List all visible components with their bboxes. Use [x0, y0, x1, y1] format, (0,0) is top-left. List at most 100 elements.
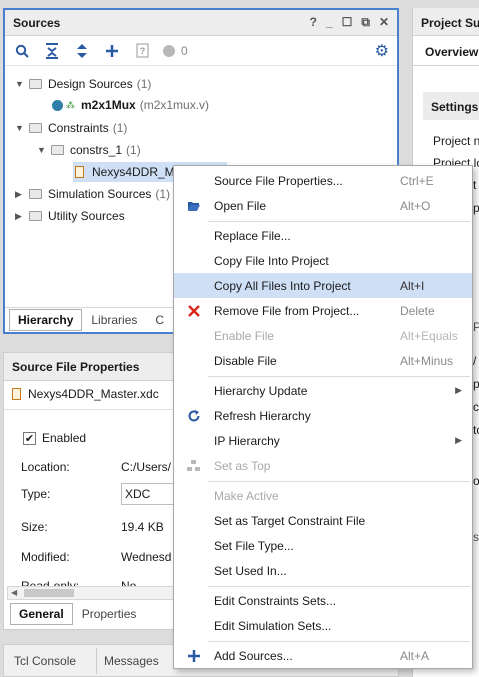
- menu-item-make-active: Make Active: [174, 483, 472, 508]
- tree-item-simulation-sources[interactable]: ▶ Simulation Sources (1): [15, 184, 170, 204]
- status-count: 0: [181, 43, 188, 58]
- chevron-down-icon[interactable]: ▼: [15, 123, 25, 133]
- tree-item-constrs-1[interactable]: ▼ constrs_1 (1): [37, 140, 141, 160]
- enabled-checkbox-row[interactable]: ✔ Enabled: [23, 431, 86, 445]
- chevron-down-icon[interactable]: ▼: [37, 145, 47, 155]
- menu-item-set-as-top: Set as Top: [174, 453, 472, 478]
- type-select[interactable]: XDC: [121, 483, 181, 505]
- tree-item-utility-sources[interactable]: ▶ Utility Sources: [15, 206, 125, 226]
- tree-item-design-sources[interactable]: ▼ Design Sources (1): [15, 74, 151, 94]
- menu-label: Add Sources...: [214, 648, 293, 663]
- tree-item-top-module[interactable]: ⁂ m2x1Mux (m2x1mux.v): [52, 95, 209, 115]
- prop-row-type: Type: XDC: [21, 483, 181, 505]
- tab-general[interactable]: General: [10, 603, 73, 625]
- collapse-all-icon[interactable]: [43, 42, 61, 60]
- menu-item-copy-file-into-project[interactable]: Copy File Into Project: [174, 248, 472, 273]
- status-badge: 0: [163, 44, 188, 58]
- plus-icon: [174, 649, 214, 663]
- prop-value: No: [121, 579, 137, 586]
- enabled-checkbox[interactable]: ✔: [23, 431, 36, 445]
- tab-libraries[interactable]: Libraries: [82, 309, 146, 331]
- tab-hierarchy[interactable]: Hierarchy: [9, 309, 83, 331]
- svg-text:?: ?: [139, 46, 145, 56]
- menu-item-remove-file[interactable]: Remove File from Project... Delete: [174, 298, 472, 323]
- tab-overview[interactable]: Overview: [413, 36, 479, 66]
- menu-separator: [208, 221, 470, 222]
- chevron-right-icon[interactable]: ▶: [15, 189, 25, 200]
- menu-label: Edit Simulation Sets...: [214, 618, 332, 633]
- prop-key: Size:: [21, 520, 48, 534]
- chevron-right-icon[interactable]: ▶: [15, 211, 25, 222]
- tree-count: (1): [136, 77, 152, 91]
- folder-open-icon: [174, 200, 214, 212]
- add-sources-icon[interactable]: [103, 42, 121, 60]
- prop-key: Type:: [21, 487, 51, 501]
- menu-item-refresh-hierarchy[interactable]: Refresh Hierarchy: [174, 403, 472, 428]
- summary-fragment: t f: [473, 178, 479, 192]
- tab-properties[interactable]: Properties: [73, 603, 146, 625]
- float-icon[interactable]: ⧉: [361, 15, 370, 30]
- refresh-icon: [174, 409, 214, 423]
- scrollbar-thumb[interactable]: [24, 589, 74, 597]
- chevron-down-icon[interactable]: ▼: [15, 79, 25, 89]
- menu-item-enable-file: Enable File Alt+Equals: [174, 323, 472, 348]
- menu-label: Enable File: [214, 328, 275, 343]
- sfp-tabs: General Properties: [10, 603, 145, 625]
- menu-item-set-used-in[interactable]: Set Used In...: [174, 558, 472, 583]
- settings-header[interactable]: Settings: [423, 92, 479, 120]
- menu-item-open-file[interactable]: Open File Alt+O: [174, 193, 472, 218]
- search-icon[interactable]: [13, 42, 31, 60]
- menu-shortcut: Alt+Minus: [400, 353, 454, 368]
- menu-item-copy-all-files-into-project[interactable]: Copy All Files Into Project Alt+I: [174, 273, 472, 298]
- module-icon: [52, 99, 63, 111]
- tree-item-constraints[interactable]: ▼ Constraints (1): [15, 118, 127, 138]
- delete-x-icon: [174, 304, 214, 318]
- submenu-arrow-icon: ▶: [455, 435, 462, 445]
- maximize-icon[interactable]: ☐: [342, 15, 353, 30]
- minimize-icon[interactable]: _: [326, 15, 333, 30]
- summary-fragment: p: [473, 201, 479, 215]
- set-top-hierarchy-icon: [174, 459, 214, 472]
- prop-key: Location:: [21, 460, 70, 474]
- enabled-label: Enabled: [42, 431, 87, 445]
- tab-messages[interactable]: Messages: [104, 654, 159, 668]
- tab-compile-order[interactable]: C: [146, 309, 173, 331]
- tab-tcl-console[interactable]: Tcl Console: [14, 654, 76, 668]
- close-icon[interactable]: ✕: [379, 15, 389, 30]
- menu-item-source-file-properties[interactable]: Source File Properties... Ctrl+E: [174, 168, 472, 193]
- help-icon[interactable]: ?: [310, 15, 317, 30]
- gear-icon[interactable]: ⚙: [375, 41, 389, 61]
- menu-item-ip-hierarchy[interactable]: IP Hierarchy ▶: [174, 428, 472, 453]
- menu-item-edit-simulation-sets[interactable]: Edit Simulation Sets...: [174, 613, 472, 638]
- menu-label: Refresh Hierarchy: [214, 408, 311, 423]
- menu-item-replace-file[interactable]: Replace File...: [174, 223, 472, 248]
- prop-key: Modified:: [21, 550, 70, 564]
- summary-fragment: /: [473, 354, 477, 368]
- menu-item-edit-constraints-sets[interactable]: Edit Constraints Sets...: [174, 588, 472, 613]
- menu-item-set-target-constraint[interactable]: Set as Target Constraint File: [174, 508, 472, 533]
- prop-row-size: Size: 19.4 KB: [21, 520, 164, 534]
- menu-item-set-file-type[interactable]: Set File Type...: [174, 533, 472, 558]
- menu-shortcut: Alt+Equals: [400, 328, 458, 343]
- menu-item-disable-file[interactable]: Disable File Alt+Minus: [174, 348, 472, 373]
- tree-label: constrs_1: [70, 143, 123, 157]
- tree-count: (1): [112, 121, 128, 135]
- menu-separator: [208, 641, 470, 642]
- menu-label: Edit Constraints Sets...: [214, 593, 337, 608]
- status-dot-icon: [163, 44, 175, 57]
- menu-label: Open File: [214, 198, 267, 213]
- menu-label: Copy All Files Into Project: [214, 278, 351, 293]
- scroll-left-icon[interactable]: ◀: [11, 588, 17, 597]
- expand-all-icon[interactable]: [73, 42, 91, 60]
- tree-label: Constraints: [48, 121, 109, 135]
- tree-count: (1): [155, 187, 171, 201]
- menu-item-add-sources[interactable]: Add Sources... Alt+A: [174, 643, 472, 668]
- menu-shortcut: Alt+O: [400, 198, 431, 213]
- properties-icon[interactable]: ?: [133, 42, 151, 60]
- xdc-file-icon: [75, 166, 84, 178]
- menu-label: Set File Type...: [214, 538, 294, 553]
- menu-label: Make Active: [214, 488, 279, 503]
- menu-item-hierarchy-update[interactable]: Hierarchy Update ▶: [174, 378, 472, 403]
- prop-row-location: Location: C:/Users/: [21, 460, 171, 474]
- tree-label: m2x1Mux: [81, 98, 136, 112]
